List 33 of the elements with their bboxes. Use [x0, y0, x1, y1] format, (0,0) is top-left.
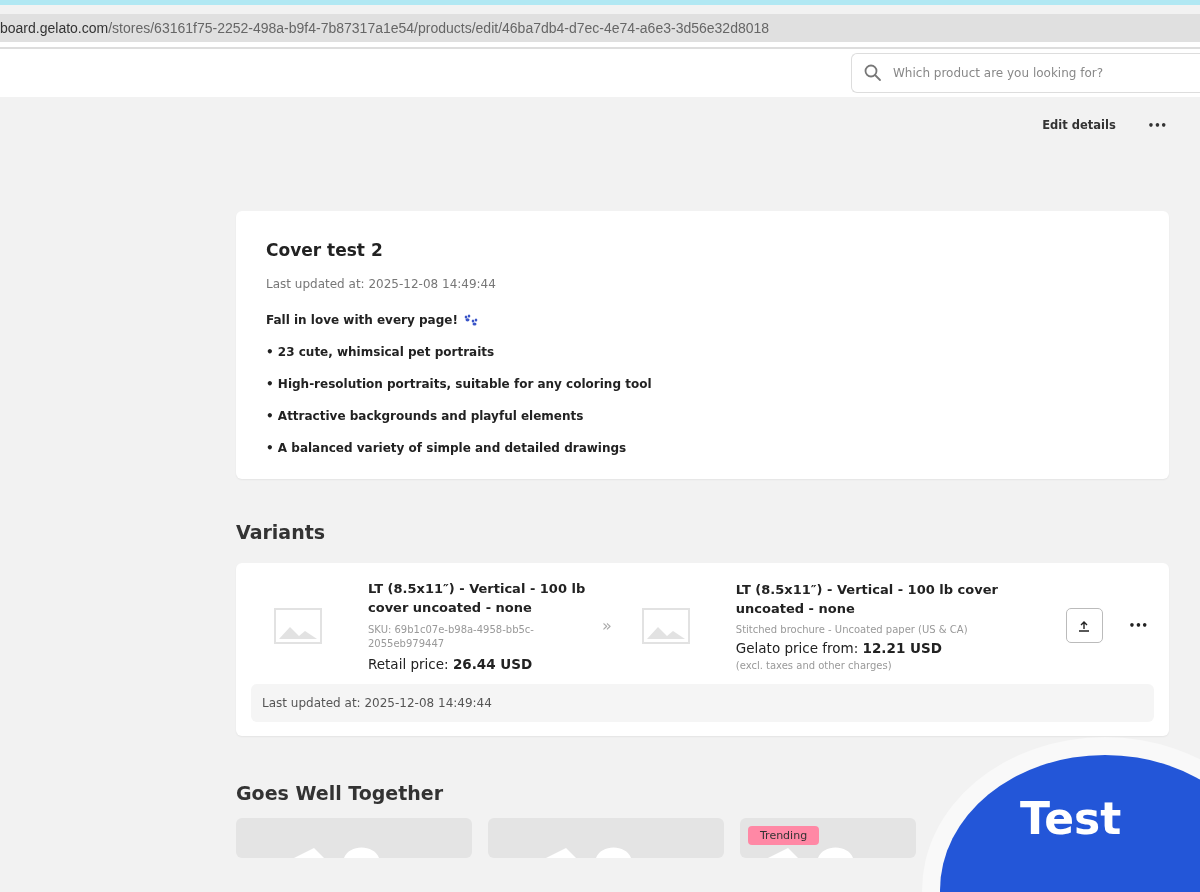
description-line: • 23 cute, whimsical pet portraits	[266, 345, 495, 359]
badge-label: Test	[1020, 797, 1122, 843]
image-placeholder-icon	[274, 607, 322, 644]
last-updated: Last updated at: 2025-12-08 14:49:44	[266, 277, 497, 291]
upload-icon	[1078, 619, 1091, 632]
price-note: (excl. taxes and other charges)	[735, 660, 893, 671]
description-line: • High-resolution portraits, suitable for any coloring tool	[266, 377, 652, 391]
last-updated: Last updated at: 2025-12-08 14:49:44	[262, 696, 492, 710]
image-placeholder-icon	[641, 607, 690, 644]
paw-prints-icon	[462, 313, 479, 327]
retail-price: Retail price: 26.44 USD	[368, 656, 534, 672]
variant-name: LT (8.5x11″) - Vertical - 100 lb cover uncoated - none	[368, 580, 587, 617]
product-title: Cover test 2	[266, 240, 384, 260]
more-button[interactable]: •••	[1145, 115, 1169, 135]
description-line: • Attractive backgrounds and playful elements	[266, 409, 584, 423]
more-button[interactable]: •••	[1122, 619, 1154, 632]
product-tile[interactable]	[236, 818, 472, 858]
description-line: • A balanced variety of simple and detailed drawings	[266, 441, 627, 455]
upload-button[interactable]	[1065, 608, 1103, 643]
link-arrow: »	[602, 616, 612, 635]
product-tile[interactable]: Trending	[740, 818, 916, 858]
section-heading: Goes Well Together	[236, 782, 445, 804]
product-type: Stitched brochure - Uncoated paper (US & CA)	[735, 624, 969, 635]
section-heading: Variants	[236, 521, 327, 543]
search-field[interactable]: Which product are you looking for?	[851, 53, 1200, 93]
address-bar[interactable]: board.gelato.com/stores/63161f75-2252-498a-b9f4-7b87317a1e54/products/edit/46ba7db4-d7ec-4e74-a6e3-3d56e32d8018	[0, 14, 1200, 47]
description-line: Fall in love with every page!	[266, 313, 458, 327]
variant-sku: SKU: 69b1c07e-b98a-4958-bb5c-2055eb979447	[368, 623, 535, 651]
trending-badge: Trending	[748, 826, 820, 845]
gelato-product-name: LT (8.5x11″) - Vertical - 100 lb cover uncoated - none	[735, 581, 999, 618]
gelato-price: Gelato price from: 12.21 USD	[735, 640, 943, 656]
edit-details-button[interactable]: Edit details	[1040, 114, 1118, 136]
product-tile[interactable]	[488, 818, 724, 858]
